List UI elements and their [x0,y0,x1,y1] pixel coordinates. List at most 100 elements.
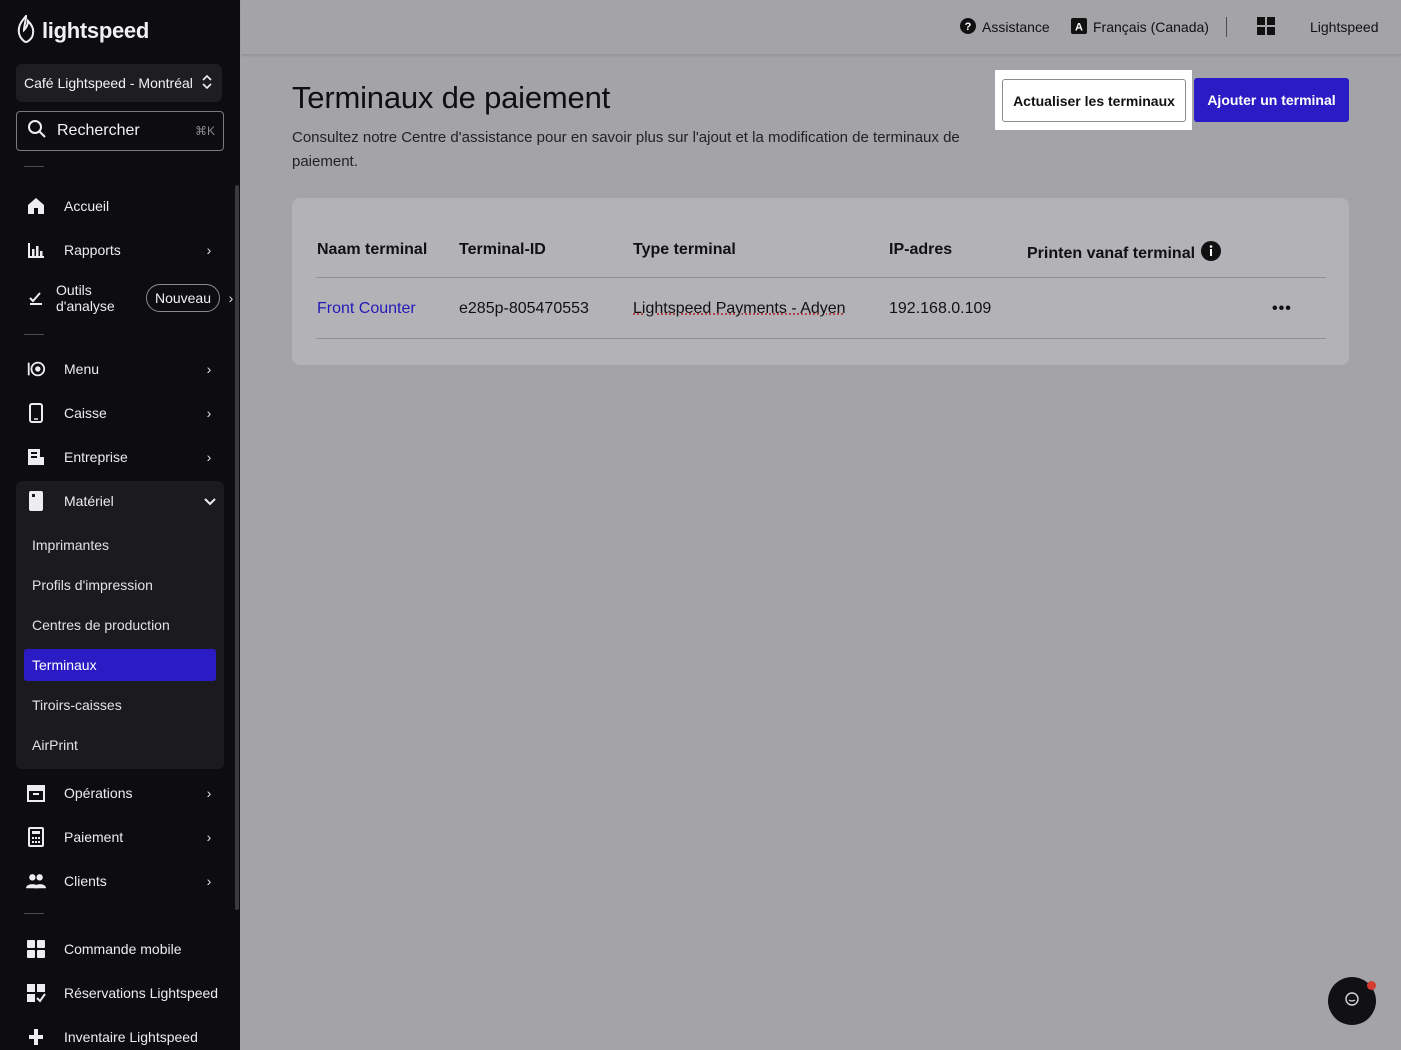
plate-icon [26,359,46,379]
terminal-id: e285p-805470553 [459,300,589,317]
sidebar-item-label: Menu [64,361,100,377]
sidebar-item-label: Caisse [64,405,107,421]
page-subtitle: Consultez notre Centre d'assistance pour… [292,129,960,170]
sidebar-item-label: Inventaire Lightspeed [64,1029,198,1045]
notification-dot [1367,981,1376,990]
svg-text:?: ? [965,21,972,33]
sidebar: lightspeed Café Lightspeed - Montréal Re… [0,0,240,1050]
sidebar-item-entreprise[interactable]: Entreprise › [16,437,224,477]
location-name: Café Lightspeed - Montréal [24,75,193,91]
submenu-centres-production[interactable]: Centres de production [24,609,216,641]
search-label: Rechercher [57,122,140,139]
flame-icon [16,12,36,48]
info-icon[interactable] [1201,241,1222,266]
sidebar-item-label: Entreprise [64,449,128,465]
column-header-id: Terminal-ID [459,241,546,258]
sidebar-item-label: Commande mobile [64,941,182,957]
terminal-name-link[interactable]: Front Counter [317,300,416,318]
chevron-right-icon: › [206,785,212,801]
terminal-ip: 192.168.0.109 [889,300,992,317]
sidebar-item-reservations[interactable]: Réservations Lightspeed [16,973,224,1013]
search-box[interactable]: Rechercher ⌘K [16,111,224,151]
tablet-icon [26,403,46,423]
sidebar-item-commande-mobile[interactable]: Commande mobile [16,929,224,969]
materiel-submenu: Imprimantes Profils d'impression Centres… [16,521,224,769]
refresh-terminals-button[interactable]: Actualiser les terminaux [1002,79,1186,122]
calculator-icon [26,827,46,847]
help-icon: ? [960,17,976,37]
help-label: Assistance [982,19,1050,35]
chevron-updown-icon [202,74,212,93]
sidebar-item-label: Paiement [64,829,124,845]
search-icon [27,119,47,144]
analytics-check-icon [26,288,46,308]
chevron-right-icon: › [206,242,212,258]
submenu-profils-impression[interactable]: Profils d'impression [24,569,216,601]
table-row-divider [316,338,1326,339]
bar-chart-icon [26,240,46,260]
analytics-label-line2: d'analyse [56,298,115,314]
table-header-divider [316,277,1326,278]
apps-grid-button[interactable] [1257,16,1275,38]
chevron-right-icon: › [206,361,212,377]
sidebar-scrollbar[interactable] [235,185,239,910]
sidebar-divider [24,166,44,167]
sidebar-item-label: Accueil [64,198,110,214]
svg-text:A: A [1075,21,1083,33]
language-label: Français (Canada) [1093,19,1209,35]
building-icon [26,447,46,467]
sidebar-item-accueil[interactable]: Accueil [16,186,224,226]
sidebar-item-label: Matériel [64,493,114,509]
add-terminal-button[interactable]: Ajouter un terminal [1194,78,1349,122]
language-selector[interactable]: A Français (Canada) [1071,17,1209,37]
column-header-ip: IP-adres [889,241,953,258]
submenu-imprimantes[interactable]: Imprimantes [24,529,216,561]
sidebar-divider [24,913,44,914]
search-shortcut: ⌘K [194,124,215,138]
account-menu[interactable]: Lightspeed [1310,17,1379,37]
sidebar-item-inventaire[interactable]: Inventaire Lightspeed [16,1017,224,1050]
sidebar-item-label: Opérations [64,785,133,801]
column-header-type: Type terminal [633,241,736,258]
column-header-name: Naam terminal [317,241,428,258]
sidebar-item-label: Outils d'analyse [56,282,146,314]
location-selector[interactable]: Café Lightspeed - Montréal [16,64,222,102]
topbar-separator [1226,17,1227,37]
page-title: Terminaux de paiement [292,80,611,115]
submenu-terminaux[interactable]: Terminaux [24,649,216,681]
sidebar-item-caisse[interactable]: Caisse › [16,393,224,433]
inventory-icon [26,1027,46,1047]
apps-grid-icon [1257,16,1275,38]
chevron-right-icon: › [206,405,212,421]
sidebar-item-clients[interactable]: Clients › [16,861,224,901]
chevron-right-icon: › [206,873,212,889]
sidebar-item-outils-analyse[interactable]: Outils d'analyse Nouveau › [16,277,240,319]
grid-check-icon [26,983,46,1003]
sidebar-item-menu[interactable]: Menu › [16,349,224,389]
top-bar: ? Assistance A Français (Canada) Lightsp… [241,0,1401,55]
column-header-print-label: Printen vanaf terminal [1027,244,1196,262]
row-more-options-icon[interactable]: ••• [1272,300,1292,318]
submenu-airprint[interactable]: AirPrint [24,729,216,761]
sidebar-item-label: Réservations Lightspeed [64,985,219,1001]
account-label: Lightspeed [1310,19,1379,35]
chat-icon [1344,991,1360,1012]
sidebar-item-paiement[interactable]: Paiement › [16,817,224,857]
chevron-right-icon: › [206,829,212,845]
brand-logo[interactable]: lightspeed [16,12,149,48]
new-badge: Nouveau [145,284,220,312]
sidebar-item-rapports[interactable]: Rapports › [16,230,224,270]
sidebar-item-label: Clients [64,873,107,889]
hardware-icon [26,491,46,511]
sidebar-item-materiel[interactable]: Matériel [16,481,224,521]
chevron-right-icon: › [206,449,212,465]
submenu-tiroirs-caisses[interactable]: Tiroirs-caisses [24,689,216,721]
terminal-type: Lightspeed Payments - Adyen [633,300,846,317]
sidebar-divider [24,334,44,335]
grid-icon [26,939,46,959]
chevron-down-icon [204,493,216,509]
sidebar-item-operations[interactable]: Opérations › [16,773,224,813]
analytics-label-line1: Outils [56,282,92,298]
language-icon: A [1071,17,1087,37]
help-link[interactable]: ? Assistance [960,17,1050,37]
